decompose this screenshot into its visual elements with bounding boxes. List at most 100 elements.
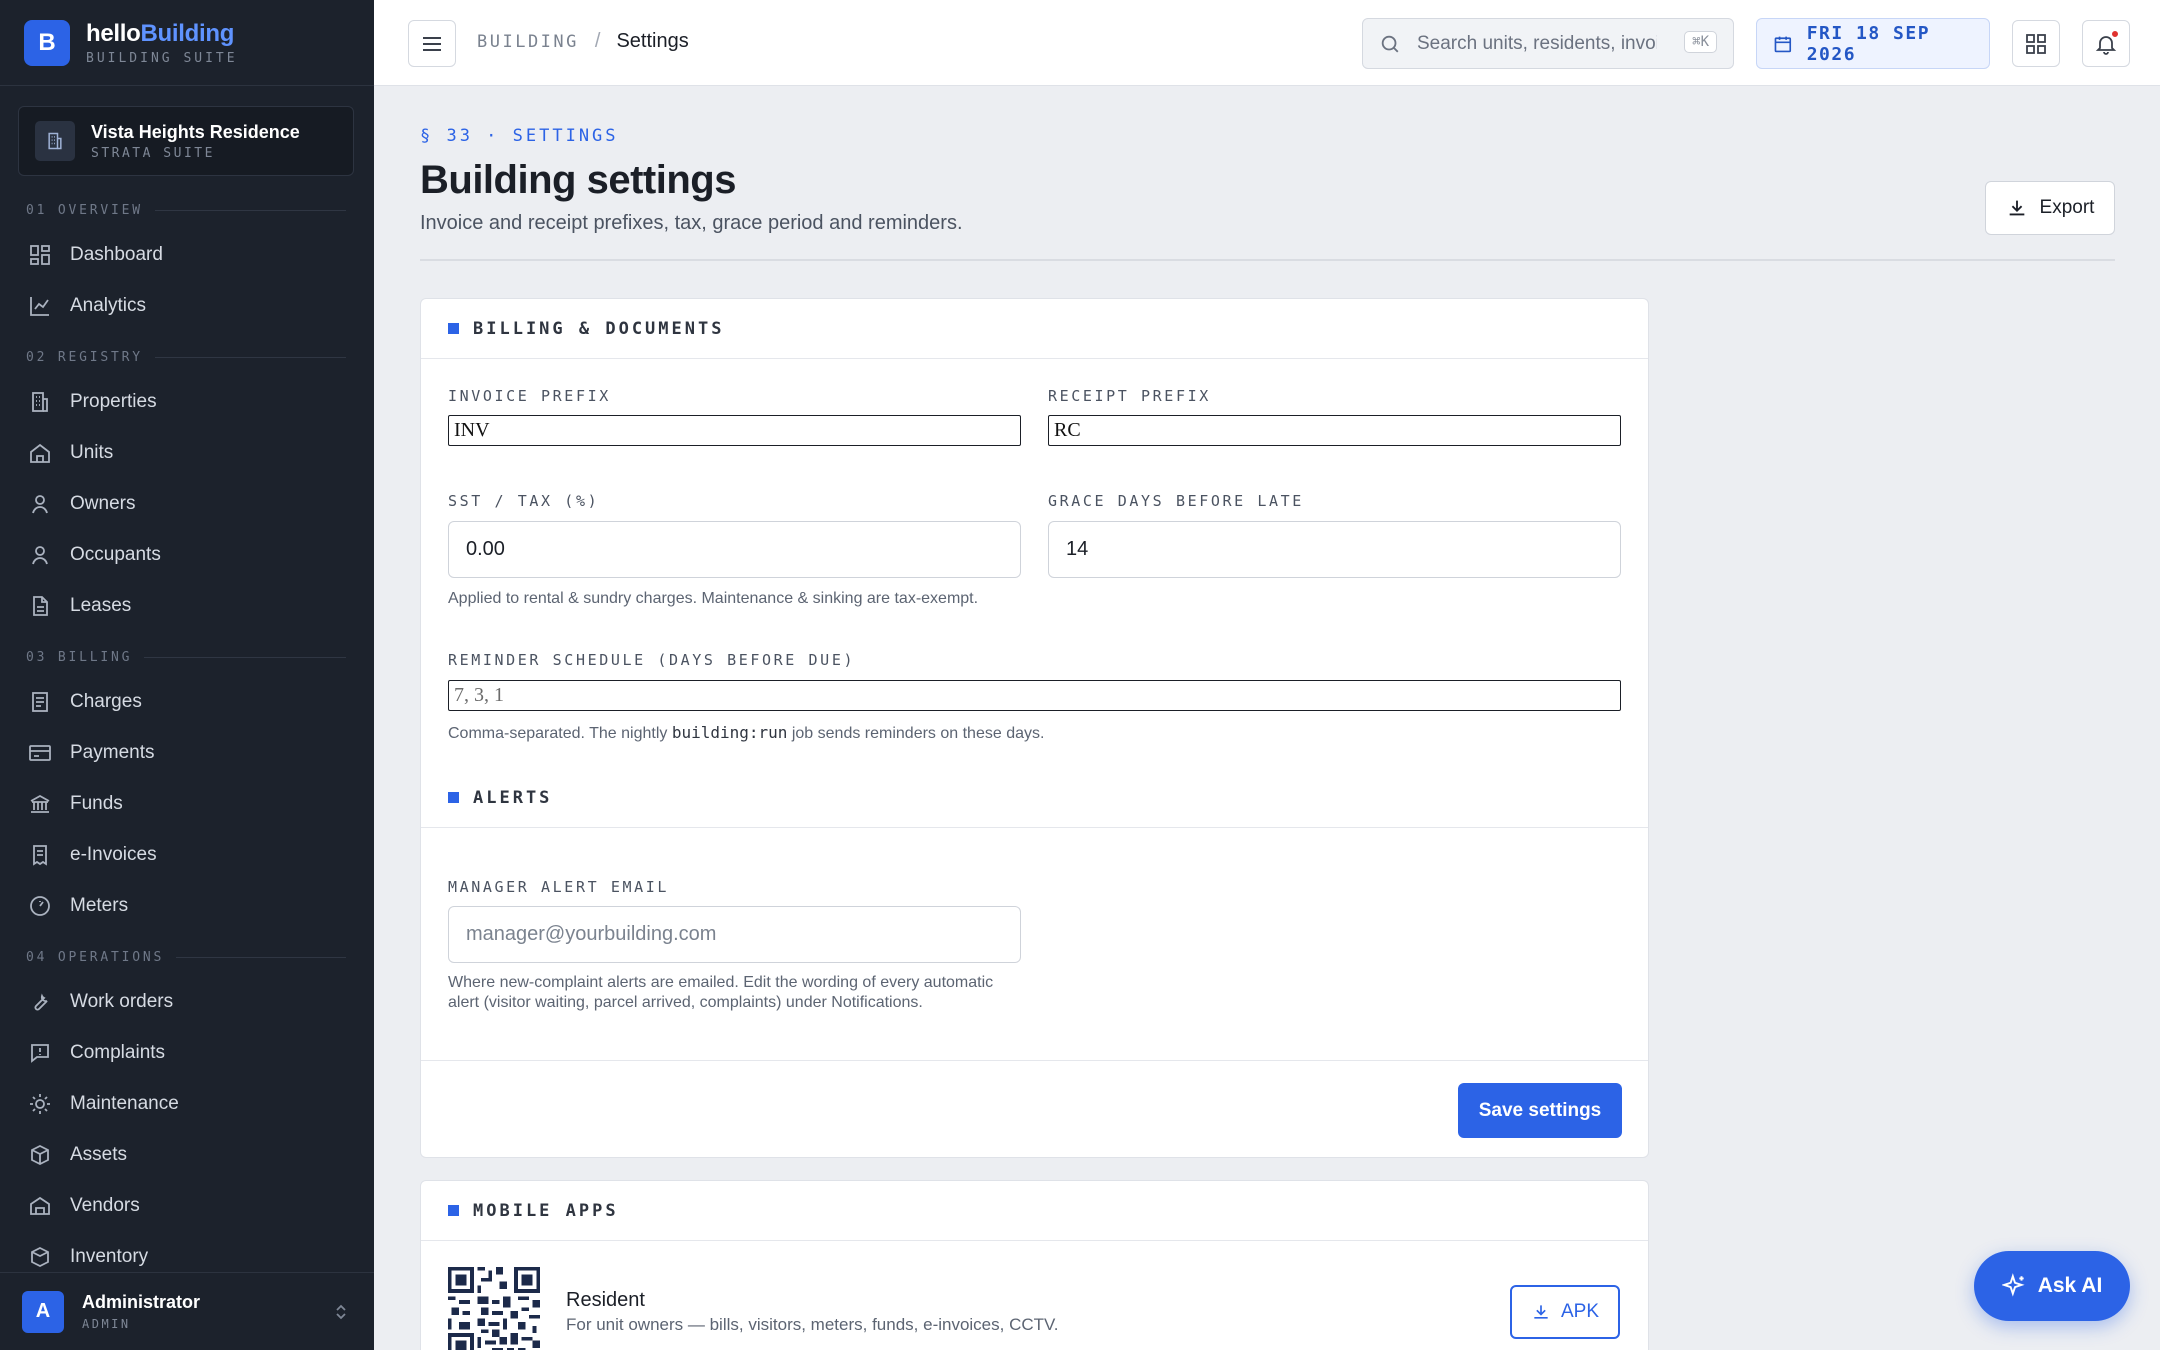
topbar: BUILDING / Settings ⌘K FRI 18 SEP 2026: [374, 0, 2160, 86]
sun-gear-icon: [30, 1093, 50, 1114]
building-icon: [35, 121, 75, 161]
job-command: building:run: [671, 723, 788, 742]
tax-input[interactable]: [448, 521, 1021, 578]
brand-subtitle: BUILDING SUITE: [86, 50, 238, 66]
calendar-icon: [1774, 36, 1792, 52]
breadcrumb-current: Settings: [616, 30, 689, 52]
search-box[interactable]: ⌘K: [1362, 18, 1734, 69]
page-title: Building settings: [420, 158, 736, 202]
download-icon: [2009, 200, 2024, 216]
nav-section-operations: 04 OPERATIONS: [0, 945, 374, 969]
person-icon: [32, 494, 48, 513]
main-content: § 33 · SETTINGS Building settings Invoic…: [374, 86, 2160, 1350]
manager-email-help-text: Where new-complaint alerts are emailed. …: [448, 974, 994, 1011]
section-marker: [448, 1205, 459, 1216]
manager-email-label: MANAGER ALERT EMAIL: [448, 878, 669, 896]
mobile-section-title: MOBILE APPS: [473, 1200, 619, 1221]
search-shortcut: ⌘K: [1684, 31, 1717, 53]
sidebar-item-funds[interactable]: Funds: [0, 778, 374, 829]
sidebar-item-properties[interactable]: Properties: [0, 376, 374, 427]
sidebar-item-analytics[interactable]: Analytics: [0, 280, 374, 331]
notification-dot: [2110, 29, 2120, 39]
billing-settings-card: BILLING & DOCUMENTS INVOICE PREFIX RECEI…: [420, 298, 1649, 1158]
download-icon: [1534, 1305, 1548, 1319]
invoice-prefix-input[interactable]: [448, 415, 1021, 446]
alerts-section-title: ALERTS: [473, 787, 553, 808]
brand-name: helloBuilding: [86, 19, 235, 47]
sidebar-item-complaints[interactable]: Complaints: [0, 1027, 374, 1078]
home-icon: [30, 443, 50, 463]
breadcrumb-root[interactable]: BUILDING: [477, 32, 579, 52]
hamburger-icon: [423, 36, 441, 51]
breadcrumb-separator: /: [594, 30, 601, 52]
sidebar-item-e-invoices[interactable]: e-Invoices: [0, 829, 374, 880]
billing-section-title: BILLING & DOCUMENTS: [473, 318, 725, 339]
section-marker: [448, 323, 459, 334]
app-description: For unit owners — bills, visitors, meter…: [566, 1315, 1059, 1334]
store-icon: [30, 1196, 50, 1215]
dashboard-icon: [30, 244, 50, 265]
tax-label: SST / TAX (%): [448, 492, 600, 510]
page-eyebrow: § 33 · SETTINGS: [420, 126, 619, 146]
notifications-button[interactable]: [2082, 20, 2130, 67]
sidebar-item-meters[interactable]: Meters: [0, 880, 374, 931]
save-settings-button[interactable]: Save settings: [1458, 1083, 1622, 1138]
analytics-icon: [30, 296, 49, 316]
alerts-section-header: ALERTS: [421, 768, 1648, 828]
person-icon: [32, 545, 48, 564]
breadcrumb: BUILDING / Settings: [477, 30, 689, 53]
brand-logo: B: [24, 19, 70, 66]
property-name: Vista Heights Residence: [91, 121, 300, 142]
sidebar-item-vendors[interactable]: Vendors: [0, 1180, 374, 1231]
user-role: ADMIN: [82, 1317, 131, 1331]
user-menu[interactable]: A Administrator ADMIN: [0, 1272, 374, 1350]
sidebar-item-dashboard[interactable]: Dashboard: [0, 229, 374, 280]
app-name: Resident: [566, 1289, 645, 1311]
document-icon: [33, 595, 48, 616]
receipt-prefix-input[interactable]: [1048, 415, 1621, 446]
reminder-schedule-input[interactable]: [448, 680, 1621, 711]
invoice-icon: [33, 844, 47, 866]
chevron-up-down-icon: [336, 1304, 346, 1319]
sidebar-item-assets[interactable]: Assets: [0, 1129, 374, 1180]
date-chip[interactable]: FRI 18 SEP 2026: [1756, 18, 1990, 69]
sidebar-item-work-orders[interactable]: Work orders: [0, 976, 374, 1027]
sidebar: B helloBuilding BUILDING SUITE Vista Hei…: [0, 0, 374, 1350]
header-divider: [420, 259, 2115, 261]
export-button[interactable]: Export: [1985, 181, 2115, 235]
billing-section-header: BILLING & DOCUMENTS: [421, 299, 1648, 359]
alert-message-icon: [31, 1043, 49, 1063]
sidebar-item-leases[interactable]: Leases: [0, 580, 374, 631]
building-icon: [32, 391, 48, 412]
brand[interactable]: B helloBuilding BUILDING SUITE: [0, 0, 374, 86]
receipt-icon: [32, 691, 48, 712]
nav-section-billing: 03 BILLING: [0, 645, 374, 669]
sparkle-icon: [2001, 1273, 2025, 1297]
sidebar-item-maintenance[interactable]: Maintenance: [0, 1078, 374, 1129]
menu-toggle-button[interactable]: [408, 20, 456, 67]
sidebar-item-payments[interactable]: Payments: [0, 727, 374, 778]
bank-icon: [30, 794, 50, 813]
grace-days-label: GRACE DAYS BEFORE LATE: [1048, 492, 1304, 510]
property-switcher[interactable]: Vista Heights Residence STRATA SUITE: [18, 106, 354, 176]
sidebar-item-units[interactable]: Units: [0, 427, 374, 478]
page-subtitle: Invoice and receipt prefixes, tax, grace…: [420, 212, 963, 234]
sidebar-item-occupants[interactable]: Occupants: [0, 529, 374, 580]
avatar: A: [22, 1290, 64, 1333]
card-footer-divider: [421, 1060, 1648, 1061]
tax-help-text: Applied to rental & sundry charges. Main…: [448, 590, 979, 607]
sidebar-item-charges[interactable]: Charges: [0, 676, 374, 727]
search-input[interactable]: [1417, 32, 1657, 55]
user-name: Administrator: [82, 1292, 201, 1312]
sidebar-nav: 01 OVERVIEW Dashboard Analytics 02 REGIS…: [0, 176, 374, 1282]
ask-ai-button[interactable]: Ask AI: [1974, 1251, 2130, 1321]
apps-grid-button[interactable]: [2012, 20, 2060, 67]
sidebar-item-owners[interactable]: Owners: [0, 478, 374, 529]
nav-section-registry: 02 REGISTRY: [0, 345, 374, 369]
wrench-icon: [34, 992, 48, 1010]
apk-download-button[interactable]: APK: [1510, 1285, 1620, 1339]
property-subtitle: STRATA SUITE: [91, 145, 215, 161]
grace-days-input[interactable]: [1048, 521, 1621, 578]
manager-email-input[interactable]: [448, 906, 1021, 963]
mobile-section-header: MOBILE APPS: [421, 1181, 1648, 1241]
